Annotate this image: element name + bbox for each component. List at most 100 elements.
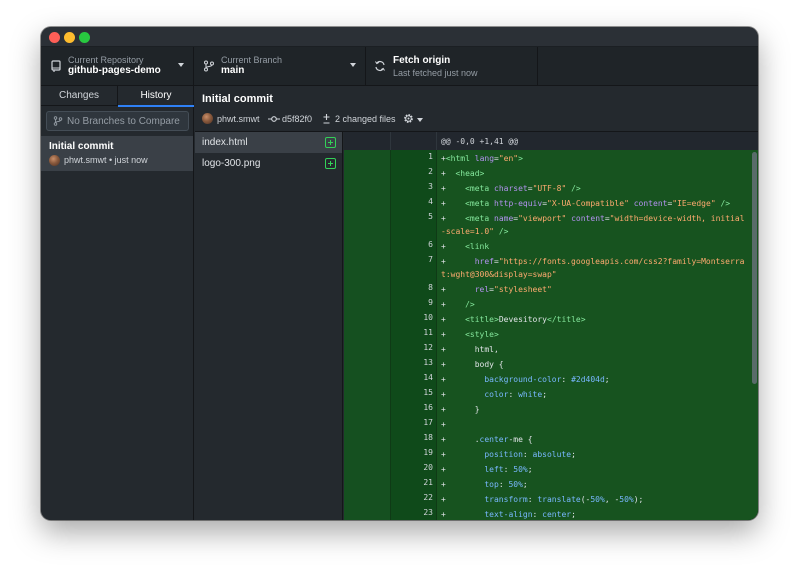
chevron-down-icon	[350, 63, 356, 67]
diff-scrollbar[interactable]	[752, 152, 757, 384]
close-window-button[interactable]	[49, 32, 60, 43]
avatar	[202, 113, 213, 124]
diff-line[interactable]: 19 + position: absolute;	[344, 446, 758, 460]
diff-line-code: + html,	[441, 345, 499, 354]
commit-list-item[interactable]: Initial commit phwt.smwt • just now	[41, 136, 193, 171]
minimize-window-button[interactable]	[64, 32, 75, 43]
sidebar: Changes History No Branches to Compare I…	[41, 86, 194, 520]
line-number: 8	[428, 283, 433, 292]
diff-line-code: + background-color: #2d404d;	[441, 375, 610, 384]
diff-line-code: + <meta http-equiv="X-UA-Compatible" con…	[441, 199, 731, 208]
new-line-gutter	[391, 132, 437, 150]
hunk-header-text: @@ -0,0 +1,41 @@	[441, 137, 519, 146]
file-item-index-html[interactable]: index.html	[195, 132, 342, 153]
diff-line-code: + text-align: center;	[441, 510, 576, 519]
current-repository-button[interactable]: Current Repository github-pages-demo	[41, 47, 194, 86]
diff-line-code: + position: absolute;	[441, 450, 576, 459]
diff-line[interactable]: 12 + html,	[344, 341, 758, 355]
diff-line-code: + }	[441, 405, 480, 414]
diff-line-code: + rel="stylesheet"	[441, 285, 552, 294]
diff-line-code: + <title>Devesitory</title>	[441, 315, 586, 324]
commit-author-time: phwt.smwt • just now	[64, 155, 148, 165]
line-number: 22	[423, 493, 433, 502]
diff-line[interactable]: 15 + color: white;	[344, 386, 758, 400]
diff-line[interactable]: 21 + top: 50%;	[344, 476, 758, 490]
commit-title: Initial commit	[49, 141, 114, 152]
diff-line-code: + left: 50%;	[441, 465, 533, 474]
line-number: 18	[423, 433, 433, 442]
last-fetched-label: Last fetched just now	[393, 68, 478, 78]
diff-line[interactable]: 3 + <meta charset="UTF-8" />	[344, 180, 758, 194]
line-number: 12	[423, 343, 433, 352]
diff-line[interactable]: 9 + />	[344, 296, 758, 310]
fetch-origin-button[interactable]: Fetch origin Last fetched just now	[366, 47, 538, 86]
line-number: 17	[423, 418, 433, 427]
diff-line-code: +<html lang="en">	[441, 154, 523, 163]
line-number: 21	[423, 478, 433, 487]
diff-line[interactable]: 1 +<html lang="en">	[344, 150, 758, 164]
diff-line[interactable]: 11 + <style>	[344, 326, 758, 340]
compare-branch-button[interactable]: No Branches to Compare	[46, 111, 189, 131]
diff-line-code: + />	[441, 300, 475, 309]
line-number: 16	[423, 403, 433, 412]
diff-line[interactable]: 17 +	[344, 416, 758, 430]
diff-line-code: + <style>	[441, 330, 499, 339]
diff-line[interactable]: 6 + <link	[344, 238, 758, 252]
diff-line[interactable]: 10 + <title>Devesitory</title>	[344, 311, 758, 325]
diff-line-code: + top: 50%;	[441, 480, 528, 489]
commit-icon	[268, 116, 280, 122]
current-branch-button[interactable]: Current Branch main	[194, 47, 366, 86]
diff-line-code: + href="https://fonts.googleapis.com/css…	[441, 257, 745, 279]
diff-line[interactable]: 16 + }	[344, 401, 758, 415]
line-number: 23	[423, 508, 433, 517]
diff-line[interactable]: 5 + <meta name="viewport" content="width=…	[344, 210, 758, 237]
toolbar: Current Repository github-pages-demo Cur…	[41, 47, 758, 86]
app-window: Current Repository github-pages-demo Cur…	[41, 27, 758, 520]
diff-line[interactable]: 22 + transform: translate(-50%, -50%);	[344, 491, 758, 505]
zoom-window-button[interactable]	[79, 32, 90, 43]
diff-icon	[323, 114, 330, 124]
chevron-down-icon[interactable]	[417, 118, 423, 122]
diff-line-code: +	[441, 420, 446, 429]
file-item-logo-png[interactable]: logo-300.png	[195, 153, 342, 174]
tab-changes[interactable]: Changes	[41, 86, 118, 106]
commit-sha[interactable]: d5f82f0	[282, 114, 312, 124]
line-number: 5	[428, 212, 433, 221]
diff-line[interactable]: 2 + <head>	[344, 165, 758, 179]
diff-view[interactable]: @@ -0,0 +1,41 @@ 1 +<html lang="en"> 2 + <…	[344, 132, 758, 520]
line-number: 2	[428, 167, 433, 176]
diff-line[interactable]: 4 + <meta http-equiv="X-UA-Compatible" co…	[344, 195, 758, 209]
line-number: 9	[428, 298, 433, 307]
diff-line[interactable]: 8 + rel="stylesheet"	[344, 281, 758, 295]
main-panel: Initial commit phwt.smwt d5f82f0 2 chang…	[195, 86, 758, 520]
branch-icon	[53, 116, 63, 126]
line-number: 7	[428, 255, 433, 264]
changed-files-count: 2 changed files	[335, 114, 396, 124]
gear-icon[interactable]	[402, 112, 415, 125]
chevron-down-icon	[178, 63, 184, 67]
sync-icon	[375, 60, 385, 72]
line-number: 20	[423, 463, 433, 472]
diff-line[interactable]: 13 + body {	[344, 356, 758, 370]
diff-line[interactable]: 20 + left: 50%;	[344, 461, 758, 475]
diff-line[interactable]: 14 + background-color: #2d404d;	[344, 371, 758, 385]
diff-line-code: + <head>	[441, 169, 485, 178]
line-number: 10	[423, 313, 433, 322]
old-line-gutter	[344, 132, 391, 150]
diff-line-code: + body {	[441, 360, 504, 369]
diff-line-code: + .center-me {	[441, 435, 533, 444]
line-number: 6	[428, 240, 433, 249]
diff-line[interactable]: 18 + .center-me {	[344, 431, 758, 445]
changed-files-list: index.html logo-300.png	[195, 132, 343, 520]
line-number: 1	[428, 152, 433, 161]
current-branch-label: Current Branch	[221, 55, 283, 65]
diff-body: 1 +<html lang="en"> 2 + <head> 3 + <meta ch…	[344, 150, 758, 520]
current-repository-name: github-pages-demo	[68, 65, 161, 76]
diff-line[interactable]: 7 + href="https://fonts.googleapis.com/cs…	[344, 253, 758, 280]
diff-line[interactable]: 23 + text-align: center;	[344, 506, 758, 520]
avatar	[49, 155, 60, 166]
sidebar-tabs: Changes History	[41, 86, 194, 107]
line-number: 15	[423, 388, 433, 397]
line-number: 4	[428, 197, 433, 206]
tab-history[interactable]: History	[118, 86, 194, 107]
